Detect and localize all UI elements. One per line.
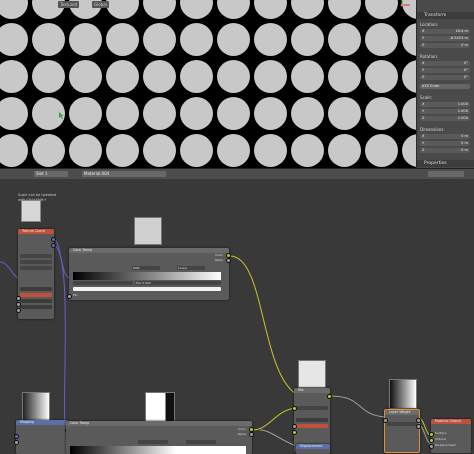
output-socket[interactable]	[51, 237, 56, 242]
interpolation-dropdown[interactable]	[186, 440, 216, 444]
node-field-active[interactable]	[20, 293, 52, 297]
node-title: Material Output	[431, 419, 471, 424]
output-label: Alpha	[214, 258, 223, 262]
interpolation-dropdown[interactable]: Linear	[177, 266, 205, 270]
fac-input-socket[interactable]	[292, 424, 297, 429]
ramp-position-field[interactable]: Pos 0.000	[135, 281, 221, 285]
fac-input-socket[interactable]	[67, 294, 72, 299]
color-ramp-node-bottom[interactable]: Color Ramp Color Alpha	[66, 421, 254, 454]
ramp-stop-field[interactable]	[73, 281, 133, 285]
node-title: Displacement	[296, 444, 330, 449]
output-label: Color	[238, 427, 246, 431]
alpha-output-socket[interactable]	[226, 258, 231, 263]
node-field[interactable]	[20, 305, 52, 309]
color-ramp-bottom-preview	[145, 392, 175, 422]
color2-input-socket[interactable]	[292, 430, 297, 435]
output-socket[interactable]	[51, 243, 56, 248]
output-label: Color	[215, 253, 223, 257]
color1-input-socket[interactable]	[292, 406, 297, 411]
ramp-color-swatch[interactable]	[73, 287, 221, 291]
color-mode-dropdown[interactable]: RGB	[132, 266, 160, 270]
output-socket[interactable]	[416, 418, 421, 423]
displacement-input-socket[interactable]	[429, 444, 434, 449]
output-label: Alpha	[237, 432, 246, 436]
alpha-output-socket[interactable]	[249, 432, 254, 437]
mapping-preview	[22, 392, 50, 422]
mix-preview	[298, 360, 326, 388]
input-label: Volume	[435, 437, 447, 441]
node-field[interactable]	[20, 266, 52, 270]
clamp-checkbox[interactable]	[296, 418, 328, 422]
color-mode-dropdown[interactable]	[138, 440, 168, 444]
node-title: Color Ramp	[66, 421, 252, 426]
input-socket[interactable]	[14, 440, 19, 445]
input-socket[interactable]	[383, 418, 388, 423]
node-title: Color Ramp	[69, 248, 229, 253]
node-title: Texture Coord	[18, 229, 54, 234]
node-field[interactable]	[20, 287, 52, 291]
mapping-node[interactable]: Mapping	[14, 420, 70, 454]
node-preview	[21, 200, 41, 222]
node-field[interactable]	[387, 422, 417, 426]
input-socket[interactable]	[16, 302, 21, 307]
input-label: Fac	[73, 293, 78, 297]
texture-coordinate-node[interactable]: Texture Coord	[16, 200, 56, 319]
fac-slider[interactable]	[296, 424, 328, 428]
displacement-node[interactable]: Displacement	[296, 444, 330, 454]
node-title: Mix	[294, 388, 330, 393]
node-field[interactable]	[20, 299, 52, 303]
color-output-socket[interactable]	[327, 394, 332, 399]
gradient-preview	[389, 379, 417, 409]
input-socket[interactable]	[16, 296, 21, 301]
input-socket[interactable]	[16, 308, 21, 313]
input-label: Surface	[435, 431, 447, 435]
node-title: Mapping	[16, 420, 68, 425]
surface-input-socket[interactable]	[429, 432, 434, 437]
volume-input-socket[interactable]	[429, 438, 434, 443]
layer-weight-node[interactable]: Layer Weight	[383, 409, 421, 453]
color-ramp-node-top[interactable]: Color Ramp Color Alpha RGB Linear Pos 0.…	[67, 248, 231, 300]
node-title: Layer Weight	[385, 410, 419, 415]
input-label: Displacement	[435, 443, 456, 447]
node-field[interactable]	[20, 254, 52, 258]
color-ramp-bar[interactable]	[73, 272, 221, 280]
output-socket[interactable]	[416, 424, 421, 429]
node-field[interactable]	[20, 260, 52, 264]
input-socket[interactable]	[14, 434, 19, 439]
color-ramp-preview	[134, 217, 162, 245]
material-output-node[interactable]: Material Output Surface Volume Displacem…	[429, 419, 471, 453]
mix-node[interactable]: Mix	[292, 388, 332, 452]
color-ramp-bar[interactable]	[70, 446, 246, 454]
blend-dropdown[interactable]	[296, 406, 328, 410]
